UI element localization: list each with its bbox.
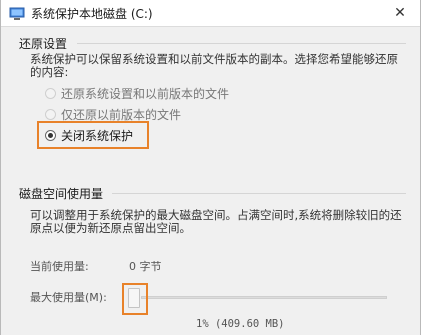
close-icon: ✕ — [394, 5, 406, 21]
disk-space-description: 可以调整用于系统保护的最大磁盘空间。占满空间时,系统将删除较旧的还原点以便为新还… — [30, 208, 402, 235]
current-usage-label: 当前使用量: — [30, 260, 89, 273]
restore-settings-title: 还原设置 — [19, 37, 68, 51]
title-bar[interactable]: 系统保护本地磁盘 (C:) ✕ — [1, 0, 420, 27]
close-button[interactable]: ✕ — [380, 0, 420, 26]
max-usage-slider-track[interactable] — [141, 296, 387, 299]
max-usage-label: 最大使用量(M): — [30, 291, 107, 304]
system-protection-icon — [9, 6, 25, 20]
system-protection-window: 系统保护本地磁盘 (C:) ✕ 还原设置 系统保护可以保留系统设置和以前文件版本… — [0, 0, 421, 335]
turn-off-protection-highlight — [37, 121, 149, 149]
radio-circle — [45, 88, 56, 99]
restore-system-and-files-radio[interactable]: 还原系统设置和以前版本的文件 — [45, 85, 229, 102]
restore-settings-description: 系统保护可以保留系统设置和以前文件版本的副本。选择您希望能够还原的内容: — [30, 52, 398, 79]
window-title: 系统保护本地磁盘 (C:) — [31, 7, 153, 21]
radio-label: 还原系统设置和以前版本的文件 — [61, 87, 230, 101]
restore-settings-divider — [77, 43, 406, 44]
current-usage-value: 0 字节 — [129, 260, 162, 273]
disk-space-title: 磁盘空间使用量 — [19, 187, 104, 201]
disk-space-divider — [112, 193, 406, 194]
slider-highlight — [122, 283, 148, 315]
max-usage-value: 1% (409.60 MB) — [196, 318, 285, 330]
radio-circle — [45, 109, 56, 120]
